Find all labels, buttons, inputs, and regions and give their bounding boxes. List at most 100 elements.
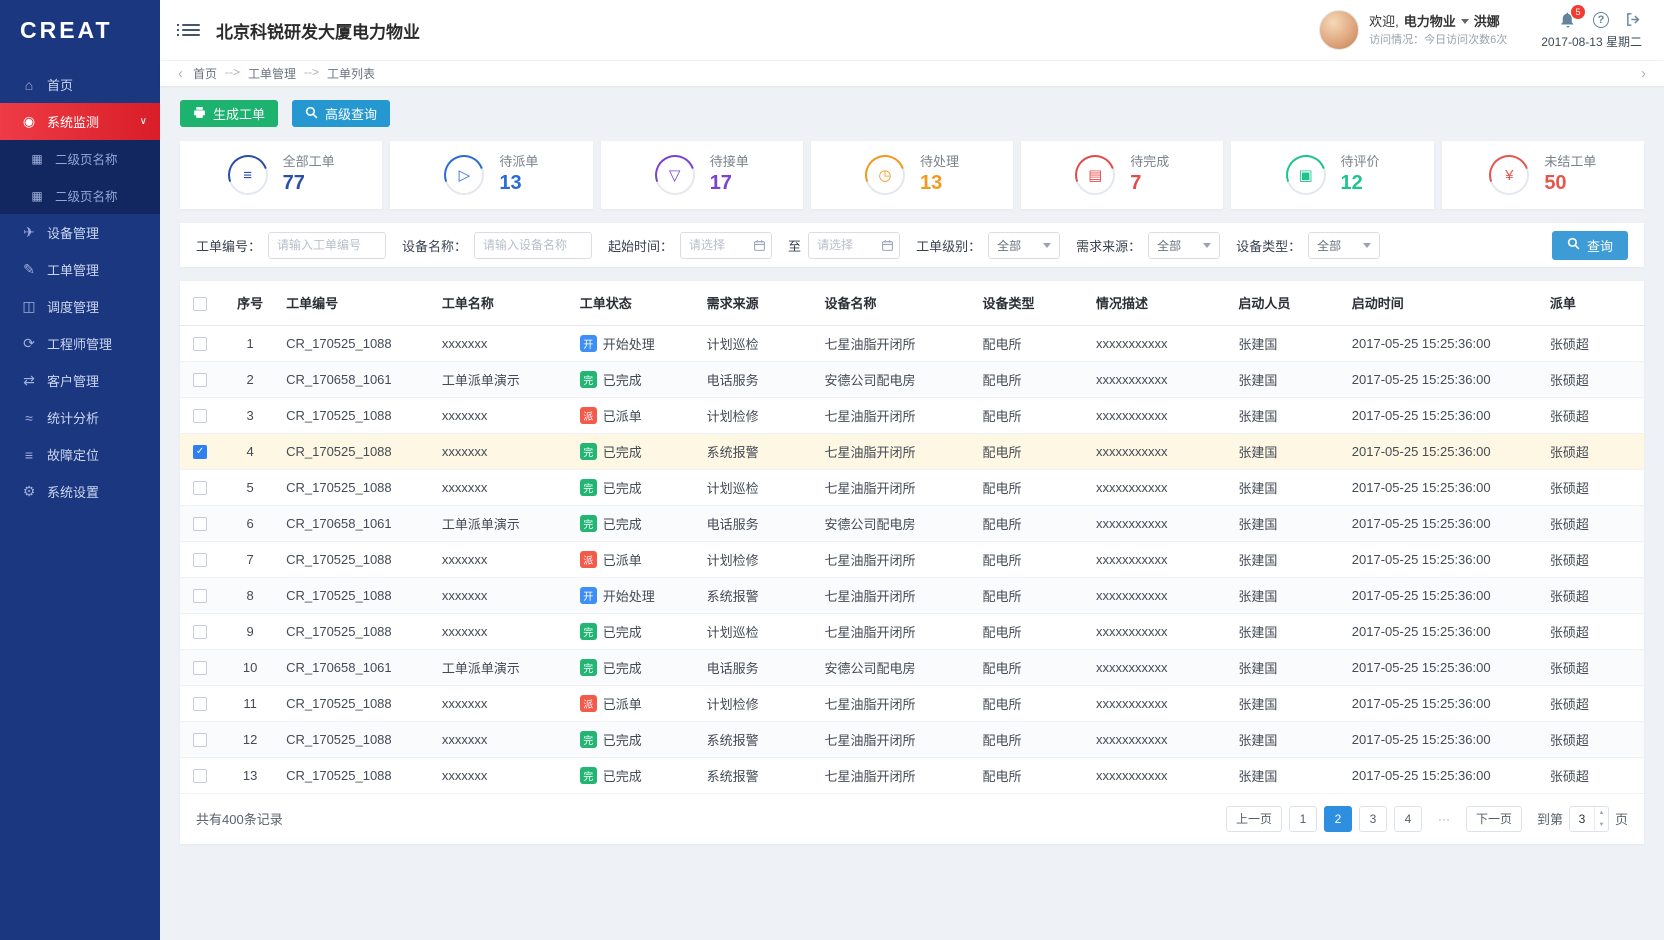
row-checkbox[interactable] — [193, 625, 207, 639]
search-button[interactable]: 查询 — [1552, 231, 1628, 260]
pagination: 上一页1234···下一页到第3▲▼页 — [1226, 806, 1628, 832]
row-checkbox-cell — [180, 757, 220, 793]
breadcrumb-item[interactable]: 工单管理 — [248, 65, 296, 82]
table-row[interactable]: ✓4CR_170525_1088xxxxxxx完已完成系统报警七星油脂开闭所配电… — [180, 433, 1644, 469]
table-row[interactable]: 6CR_170658_1061工单派单演示完已完成电话服务安德公司配电房配电所x… — [180, 505, 1644, 541]
cell-source: 计划检修 — [701, 397, 819, 433]
sidebar-item[interactable]: ⇄客户管理 — [0, 362, 160, 399]
date-text: 2017-08-13 — [1541, 35, 1602, 49]
table-row[interactable]: 7CR_170525_1088xxxxxxx派已派单计划检修七星油脂开闭所配电所… — [180, 541, 1644, 577]
row-checkbox[interactable] — [193, 733, 207, 747]
page-button-4[interactable]: 4 — [1394, 806, 1422, 832]
table-row[interactable]: 13CR_170525_1088xxxxxxx完已完成系统报警七星油脂开闭所配电… — [180, 757, 1644, 793]
row-checkbox[interactable] — [193, 373, 207, 387]
spinner-down-icon[interactable]: ▼ — [1595, 819, 1608, 831]
row-checkbox-cell — [180, 361, 220, 397]
notification-bell-icon[interactable]: 5 — [1559, 11, 1577, 29]
cell-name: xxxxxxx — [436, 721, 574, 757]
table-row[interactable]: 8CR_170525_1088xxxxxxx开开始处理系统报警七星油脂开闭所配电… — [180, 577, 1644, 613]
table-row[interactable]: 5CR_170525_1088xxxxxxx完已完成计划巡检七星油脂开闭所配电所… — [180, 469, 1644, 505]
breadcrumb-forward-icon[interactable]: › — [1637, 65, 1650, 82]
cell-type: 配电所 — [976, 685, 1089, 721]
advanced-search-button[interactable]: 高级查询 — [292, 100, 390, 127]
sidebar-item[interactable]: ⚙系统设置 — [0, 473, 160, 510]
start-date-input[interactable] — [680, 232, 772, 259]
row-checkbox[interactable] — [193, 769, 207, 783]
sidebar-item[interactable]: ✈设备管理 — [0, 214, 160, 251]
sidebar-subitem[interactable]: ▦二级页名称 — [0, 140, 160, 177]
row-checkbox[interactable]: ✓ — [193, 445, 207, 459]
stat-card[interactable]: ¥未结工单50 — [1442, 141, 1644, 209]
work-order-table: 序号工单编号工单名称工单状态需求来源设备名称设备类型情况描述启动人员启动时间派单… — [180, 281, 1644, 794]
select-all-checkbox[interactable] — [193, 297, 207, 311]
table-row[interactable]: 9CR_170525_1088xxxxxxx完已完成计划巡检七星油脂开闭所配电所… — [180, 613, 1644, 649]
page-button-3[interactable]: 3 — [1359, 806, 1387, 832]
table-row[interactable]: 1CR_170525_1088xxxxxxx开开始处理计划巡检七星油脂开闭所配电… — [180, 325, 1644, 361]
sidebar-subitem[interactable]: ▦二级页名称 — [0, 177, 160, 214]
order-level-select[interactable]: 全部 — [988, 232, 1060, 259]
sidebar-item[interactable]: ⟳工程师管理 — [0, 325, 160, 362]
status-indicator: 派已派单 — [580, 406, 695, 425]
stat-card[interactable]: ▽待接单17 — [601, 141, 803, 209]
end-date-picker — [808, 232, 900, 259]
app: CREAT ⌂首页◉系统监测∨▦二级页名称▦二级页名称✈设备管理✎工单管理◫调度… — [0, 0, 1664, 940]
sidebar-item-label: 故障定位 — [47, 445, 99, 464]
logout-icon[interactable] — [1625, 11, 1642, 28]
table-row[interactable]: 10CR_170658_1061工单派单演示完已完成电话服务安德公司配电房配电所… — [180, 649, 1644, 685]
help-icon[interactable]: ? — [1593, 12, 1609, 28]
spinner-up-icon[interactable]: ▲ — [1595, 807, 1608, 819]
column-header: 情况描述 — [1090, 281, 1232, 325]
row-checkbox[interactable] — [193, 589, 207, 603]
question-mark: ? — [1593, 12, 1609, 28]
goto-spinner: ▲▼ — [1594, 807, 1608, 831]
status-cell: 完已完成 — [574, 433, 701, 469]
filter-field-order-no: 工单编号： — [196, 232, 386, 259]
sidebar-item[interactable]: ◫调度管理 — [0, 288, 160, 325]
sidebar-item[interactable]: ◉系统监测∨ — [0, 103, 160, 140]
page-button-1[interactable]: 1 — [1289, 806, 1317, 832]
table-row[interactable]: 3CR_170525_1088xxxxxxx派已派单计划检修七星油脂开闭所配电所… — [180, 397, 1644, 433]
sidebar-item[interactable]: ≡故障定位 — [0, 436, 160, 473]
sidebar-item[interactable]: ⌂首页 — [0, 66, 160, 103]
cell-no: 11 — [220, 685, 280, 721]
row-checkbox[interactable] — [193, 697, 207, 711]
prev-page-button[interactable]: 上一页 — [1226, 806, 1282, 832]
cell-source: 计划巡检 — [701, 613, 819, 649]
breadcrumb-item[interactable]: 首页 — [193, 65, 217, 82]
next-page-button[interactable]: 下一页 — [1466, 806, 1522, 832]
stat-card[interactable]: ▤待完成7 — [1021, 141, 1223, 209]
page-button-2[interactable]: 2 — [1324, 806, 1352, 832]
generate-order-button[interactable]: 生成工单 — [180, 100, 278, 127]
stat-card[interactable]: ▷待派单13 — [390, 141, 592, 209]
goto-page-input[interactable]: 3▲▼ — [1569, 806, 1609, 832]
device-name-input[interactable] — [474, 232, 592, 259]
order-no-input[interactable] — [268, 232, 386, 259]
breadcrumb-back-icon[interactable]: ‹ — [174, 65, 187, 82]
welcome-line[interactable]: 欢迎, 电力物业 洪娜 — [1369, 12, 1507, 32]
row-checkbox[interactable] — [193, 337, 207, 351]
stat-card[interactable]: ◷待处理13 — [811, 141, 1013, 209]
breadcrumb-item[interactable]: 工单列表 — [327, 65, 375, 82]
row-checkbox[interactable] — [193, 553, 207, 567]
device-type-select[interactable]: 全部 — [1308, 232, 1380, 259]
demand-source-select[interactable]: 全部 — [1148, 232, 1220, 259]
row-checkbox[interactable] — [193, 481, 207, 495]
table-row[interactable]: 12CR_170525_1088xxxxxxx完已完成系统报警七星油脂开闭所配电… — [180, 721, 1644, 757]
end-date-input[interactable] — [808, 232, 900, 259]
stat-card[interactable]: ≡全部工单77 — [180, 141, 382, 209]
cell-no: 10 — [220, 649, 280, 685]
row-checkbox-cell — [180, 541, 220, 577]
chevron-down-icon[interactable] — [1461, 19, 1469, 24]
stat-card[interactable]: ▣待评价12 — [1231, 141, 1433, 209]
row-checkbox[interactable] — [193, 409, 207, 423]
cell-desc: xxxxxxxxxxx — [1090, 721, 1232, 757]
row-checkbox-cell: ✓ — [180, 433, 220, 469]
table-row[interactable]: 11CR_170525_1088xxxxxxx派已派单计划检修七星油脂开闭所配电… — [180, 685, 1644, 721]
avatar[interactable] — [1319, 10, 1359, 50]
sidebar-item[interactable]: ≈统计分析 — [0, 399, 160, 436]
menu-toggle-icon[interactable] — [182, 24, 200, 36]
sidebar-item[interactable]: ✎工单管理 — [0, 251, 160, 288]
row-checkbox[interactable] — [193, 661, 207, 675]
row-checkbox[interactable] — [193, 517, 207, 531]
table-row[interactable]: 2CR_170658_1061工单派单演示完已完成电话服务安德公司配电房配电所x… — [180, 361, 1644, 397]
